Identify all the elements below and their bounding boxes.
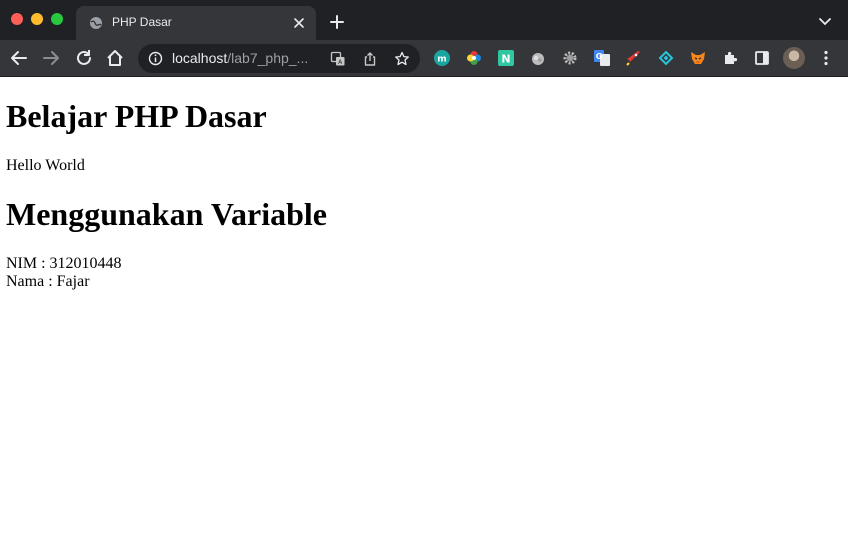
bookmark-star-icon[interactable] — [394, 51, 410, 67]
translate-icon[interactable]: A — [330, 51, 346, 67]
extension-color-wheel-icon[interactable] — [466, 50, 482, 66]
extension-rocket-icon[interactable] — [626, 50, 642, 66]
reload-icon[interactable] — [75, 49, 93, 67]
extension-cloud-icon[interactable] — [530, 50, 546, 66]
extension-diamond-icon[interactable] — [658, 50, 674, 66]
page-content: Belajar PHP Dasar Hello World Menggunaka… — [0, 77, 848, 541]
svg-text:N: N — [501, 53, 510, 66]
avatar[interactable] — [783, 47, 805, 69]
extension-m-icon[interactable]: m — [434, 50, 450, 66]
hello-world-text: Hello World — [6, 157, 85, 174]
tab-strip: PHP Dasar — [0, 0, 848, 40]
page-heading-variable: Menggunakan Variable — [6, 196, 327, 232]
home-icon[interactable] — [106, 49, 124, 67]
url-path: /lab7_php_... — [227, 50, 309, 66]
extension-n-icon[interactable]: N — [498, 50, 514, 66]
extension-google-translate-icon[interactable]: G — [594, 50, 610, 66]
side-panel-icon[interactable] — [754, 50, 770, 66]
globe-icon — [90, 17, 102, 29]
extensions-puzzle-icon[interactable] — [722, 50, 738, 66]
address-bar[interactable]: localhost/lab7_php_... A — [138, 44, 420, 73]
chevron-down-icon[interactable] — [819, 17, 831, 27]
menu-dots-icon[interactable] — [820, 50, 832, 66]
nama-text: Nama : Fajar — [6, 273, 90, 290]
svg-text:G: G — [596, 52, 603, 61]
window-minimize-button[interactable] — [31, 13, 43, 25]
url-host: localhost — [172, 50, 228, 66]
tab-php-dasar[interactable]: PHP Dasar — [76, 6, 316, 40]
share-icon[interactable] — [362, 51, 378, 67]
tab-title: PHP Dasar — [112, 15, 172, 29]
browser-toolbar: localhost/lab7_php_... A m N G — [0, 40, 848, 77]
nim-text: NIM : 312010448 — [6, 255, 122, 272]
url-text[interactable]: localhost/lab7_php_... — [172, 50, 320, 66]
forward-arrow-icon[interactable] — [42, 49, 60, 67]
extension-gear-icon[interactable] — [562, 50, 578, 66]
info-icon[interactable] — [148, 51, 163, 66]
back-arrow-icon[interactable] — [10, 49, 28, 67]
close-icon[interactable] — [292, 16, 306, 30]
extension-fox-icon[interactable] — [690, 50, 706, 66]
new-tab-plus-icon[interactable] — [330, 15, 344, 29]
window-zoom-button[interactable] — [51, 13, 63, 25]
window-close-button[interactable] — [11, 13, 23, 25]
page-heading-belajar: Belajar PHP Dasar — [6, 98, 267, 134]
svg-text:m: m — [437, 55, 446, 65]
